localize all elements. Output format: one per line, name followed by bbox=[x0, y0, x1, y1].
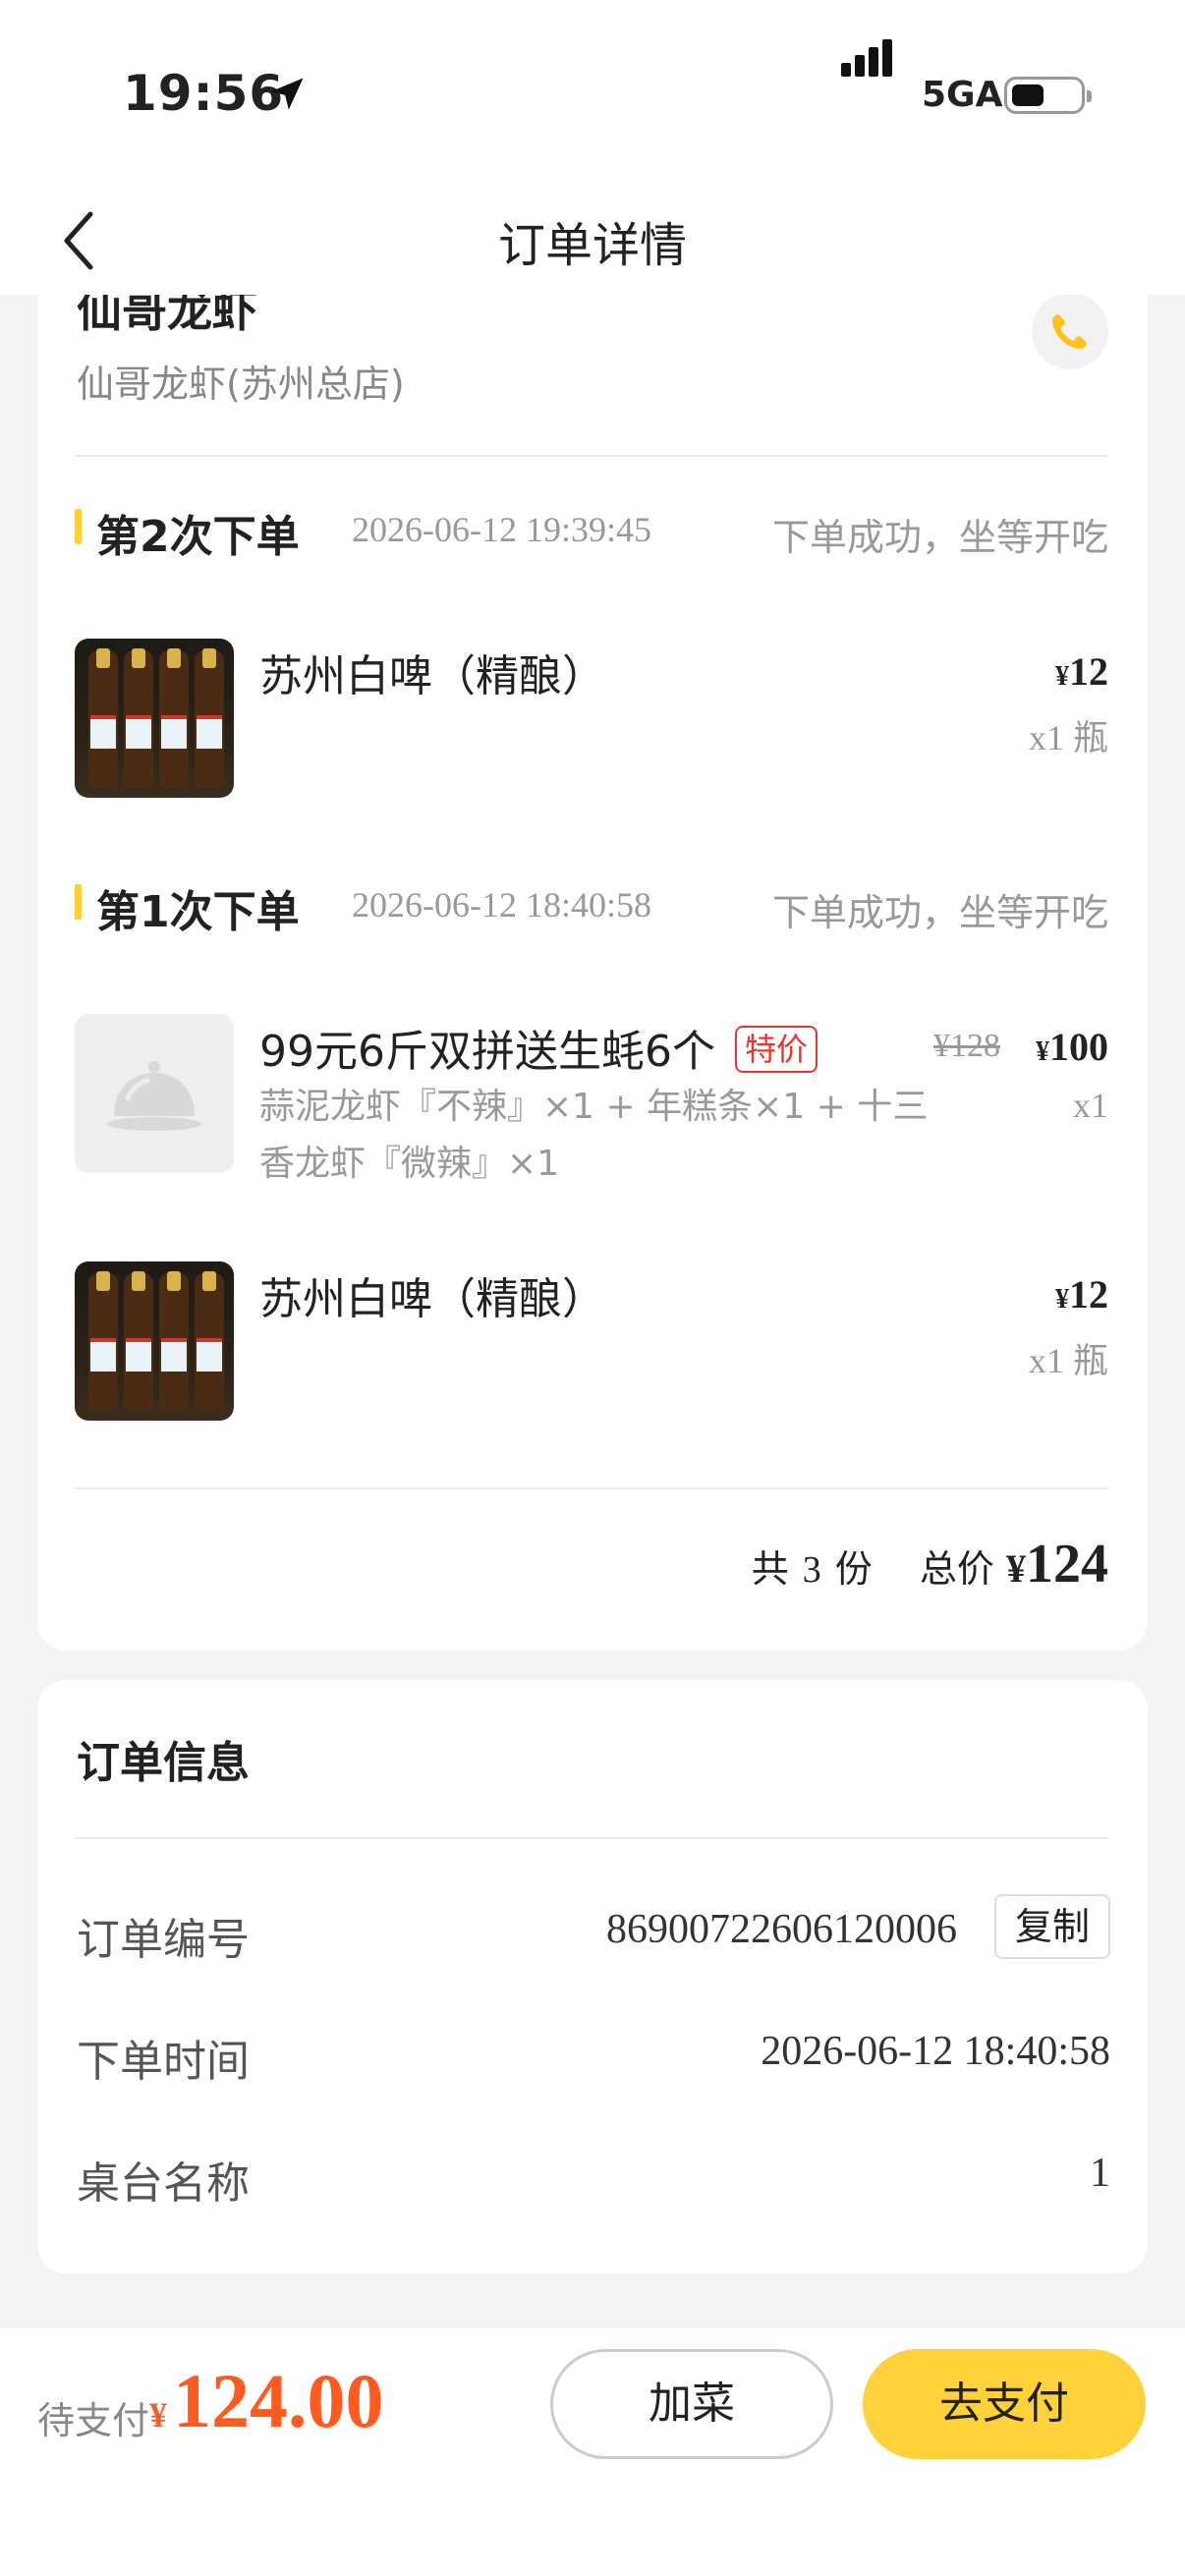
order-info-title: 订单信息 bbox=[77, 1738, 250, 1788]
original-price: ¥128 bbox=[933, 1028, 1000, 1064]
round-label: 第2次下单 bbox=[96, 512, 300, 562]
item-quantity: x1 瓶 bbox=[1028, 718, 1108, 757]
order-info-card: 订单信息 订单编号 86900722606120006 复制 下单时间 2026… bbox=[37, 1680, 1148, 2273]
item-price: ¥12 bbox=[1055, 1272, 1108, 1316]
add-dish-button[interactable]: 加菜 bbox=[550, 2349, 833, 2459]
pending-payment-amount: 124.00 bbox=[173, 2358, 384, 2443]
round-time: 2026-06-12 18:40:58 bbox=[352, 885, 651, 924]
pending-payment-label: 待支付 bbox=[37, 2399, 150, 2442]
table-name-value: 1 bbox=[1090, 2151, 1110, 2196]
order-item: 苏州白啤（精酿） ¥12 x1 瓶 bbox=[75, 1261, 1108, 1428]
item-quantity: x1 瓶 bbox=[1028, 1341, 1108, 1380]
table-name-row: 桌台名称 1 bbox=[77, 2138, 1110, 2209]
divider bbox=[75, 1837, 1108, 1839]
divider bbox=[75, 455, 1108, 457]
item-name: 99元6斤双拼送生蚝6个 特价 bbox=[259, 1016, 818, 1079]
total-yen: ¥ bbox=[1006, 1546, 1026, 1591]
pending-payment-yen: ¥ bbox=[149, 2395, 167, 2435]
round-accent-bar bbox=[75, 884, 82, 920]
order-round-header: 第2次下单 2026-06-12 19:39:45 下单成功，坐等开吃 bbox=[75, 497, 1108, 562]
table-name-label: 桌台名称 bbox=[77, 2158, 250, 2209]
round-time: 2026-06-12 19:39:45 bbox=[352, 510, 651, 549]
dish-placeholder-icon bbox=[75, 1014, 234, 1173]
round-status: 下单成功，坐等开吃 bbox=[771, 891, 1108, 934]
battery-icon bbox=[1004, 77, 1092, 114]
item-price: ¥100 bbox=[1036, 1025, 1108, 1069]
order-number-row: 订单编号 86900722606120006 复制 bbox=[77, 1894, 1110, 1965]
total-label: 总价 bbox=[919, 1547, 994, 1591]
order-number-value: 86900722606120006 bbox=[606, 1907, 957, 1952]
round-status: 下单成功，坐等开吃 bbox=[771, 516, 1108, 559]
special-price-tag: 特价 bbox=[734, 1026, 818, 1073]
beer-image bbox=[75, 639, 234, 798]
beer-image bbox=[75, 1261, 234, 1421]
order-number-label: 订单编号 bbox=[77, 1915, 250, 1965]
round-accent-bar bbox=[75, 509, 82, 544]
pay-button[interactable]: 去支付 bbox=[863, 2349, 1146, 2459]
order-total: 共3份 总价 ¥124 bbox=[752, 1533, 1108, 1596]
total-prefix: 共 bbox=[751, 1547, 789, 1591]
order-item: 99元6斤双拼送生蚝6个 特价 ¥128 ¥100 x1 蒜泥龙虾『不辣』×1 +… bbox=[75, 1014, 1108, 1220]
divider bbox=[75, 1487, 1108, 1489]
item-description: 蒜泥龙虾『不辣』×1 + 年糕条×1 + 十三香龙虾『微辣』×1 bbox=[259, 1087, 929, 1184]
item-price: ¥12 bbox=[1055, 649, 1108, 694]
status-time: 19:56 bbox=[123, 65, 285, 122]
bottom-action-bar: 待支付 ¥ 124.00 加菜 去支付 bbox=[0, 2326, 1185, 2576]
order-round-header: 第1次下单 2026-06-12 18:40:58 下单成功，坐等开吃 bbox=[75, 872, 1108, 937]
item-quantity: x1 bbox=[1073, 1086, 1108, 1125]
status-bar: 19:56 5GA bbox=[0, 0, 1185, 187]
location-arrow-icon bbox=[270, 78, 304, 110]
order-item: 苏州白啤（精酿） ¥12 x1 瓶 bbox=[75, 639, 1108, 806]
item-name: 苏州白啤（精酿） bbox=[259, 651, 605, 701]
nav-bar: 订单详情 bbox=[0, 187, 1185, 295]
total-count: 3 bbox=[802, 1549, 821, 1591]
copy-button[interactable]: 复制 bbox=[994, 1894, 1110, 1959]
round-label: 第1次下单 bbox=[96, 887, 300, 937]
call-shop-button[interactable] bbox=[1032, 293, 1108, 369]
order-time-label: 下单时间 bbox=[77, 2037, 250, 2087]
shop-branch: 仙哥龙虾(苏州总店) bbox=[77, 363, 405, 406]
order-time-row: 下单时间 2026-06-12 18:40:58 bbox=[77, 2016, 1110, 2087]
total-unit: 份 bbox=[834, 1547, 873, 1591]
network-type: 5GA bbox=[922, 75, 1003, 115]
order-time-value: 2026-06-12 18:40:58 bbox=[761, 2029, 1110, 2074]
item-name: 苏州白啤（精酿） bbox=[259, 1274, 605, 1324]
total-amount: 124 bbox=[1026, 1534, 1108, 1595]
page-title: 订单详情 bbox=[497, 218, 687, 273]
phone-icon bbox=[1052, 314, 1087, 349]
order-card: 仙哥龙虾 仙哥龙虾(苏州总店) 第2次下单 2026-06-12 19:39:4… bbox=[37, 255, 1148, 1651]
